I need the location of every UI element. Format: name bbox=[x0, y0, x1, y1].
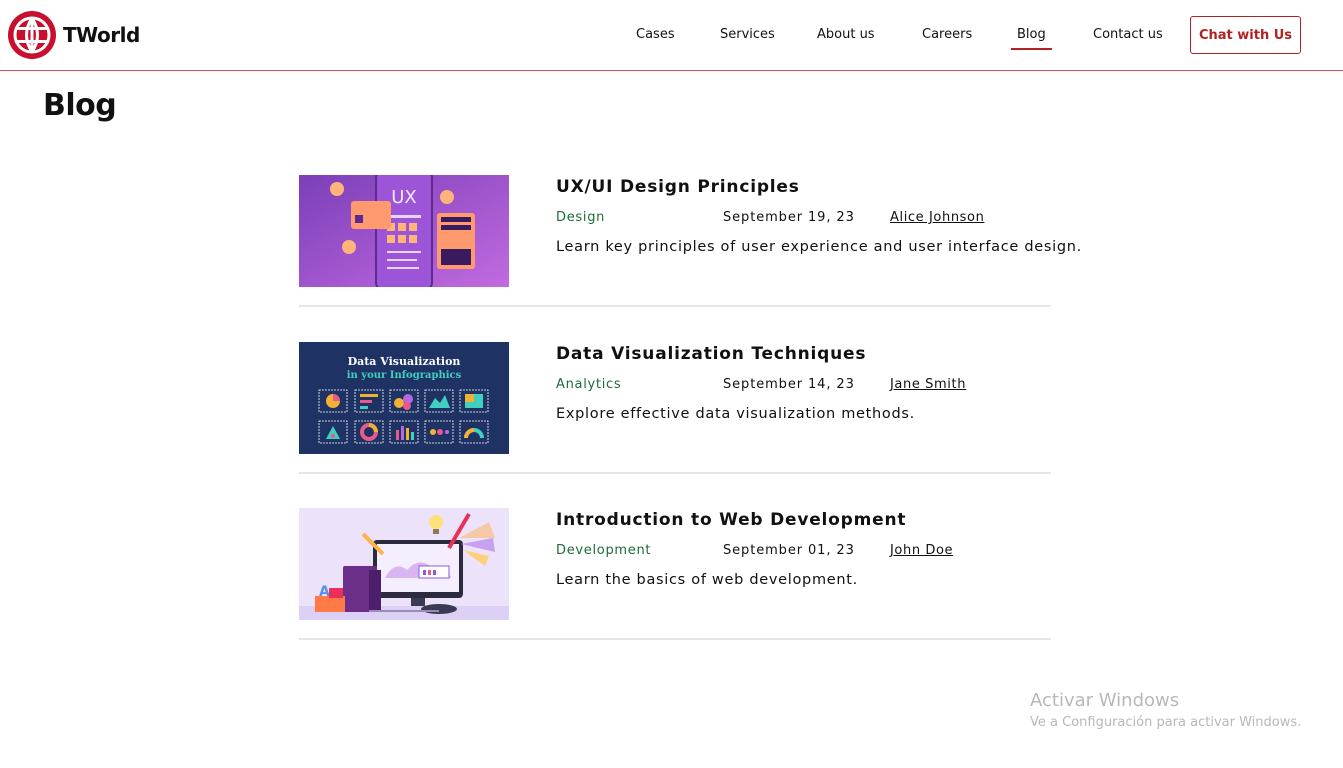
nav-item-services[interactable]: Services bbox=[720, 27, 775, 42]
brand-name: TWorld bbox=[63, 23, 140, 47]
nav-item-contact-us[interactable]: Contact us bbox=[1093, 27, 1163, 42]
post-thumbnail-ux[interactable]: UX bbox=[299, 175, 509, 287]
post-description: Explore effective data visualization met… bbox=[556, 406, 915, 422]
post-date: September 14, 23 bbox=[723, 377, 855, 392]
page-title: Blog bbox=[43, 88, 117, 123]
svg-text:A: A bbox=[319, 584, 330, 600]
windows-activation-watermark: Activar Windows Ve a Configuración para … bbox=[1030, 690, 1301, 730]
post-category[interactable]: Analytics bbox=[556, 377, 621, 392]
globe-logo-icon bbox=[8, 11, 56, 59]
post-category[interactable]: Development bbox=[556, 543, 651, 558]
nav-item-about-us[interactable]: About us bbox=[817, 27, 875, 42]
nav-item-blog[interactable]: Blog bbox=[1011, 27, 1052, 50]
post-category[interactable]: Design bbox=[556, 210, 605, 225]
blog-post-card: A Introduction to Web Development Develo… bbox=[299, 508, 1051, 640]
data-visualization-illustration-icon: Data Visualization in your Infographics bbox=[299, 342, 509, 454]
post-thumbnail-web-dev[interactable]: A bbox=[299, 508, 509, 620]
nav-item-careers[interactable]: Careers bbox=[922, 27, 972, 42]
chat-with-us-button[interactable]: Chat with Us bbox=[1190, 16, 1301, 54]
post-description: Learn key principles of user experience … bbox=[556, 239, 1082, 255]
svg-text:UX: UX bbox=[391, 187, 417, 208]
ux-illustration-icon: UX bbox=[299, 175, 509, 287]
brand-logo[interactable]: TWorld bbox=[7, 10, 140, 60]
post-thumbnail-data-viz[interactable]: Data Visualization in your Infographics bbox=[299, 342, 509, 454]
post-date: September 01, 23 bbox=[723, 543, 855, 558]
post-author-link[interactable]: John Doe bbox=[890, 543, 953, 558]
post-description: Learn the basics of web development. bbox=[556, 572, 858, 588]
post-title[interactable]: Introduction to Web Development bbox=[556, 510, 906, 530]
nav-item-cases[interactable]: Cases bbox=[636, 27, 675, 42]
watermark-subtitle: Ve a Configuración para activar Windows. bbox=[1030, 715, 1302, 730]
post-date: September 19, 23 bbox=[723, 210, 855, 225]
post-author-link[interactable]: Jane Smith bbox=[890, 377, 966, 392]
blog-post-card: UX UX/UI Design Principles Design Septem… bbox=[299, 175, 1081, 307]
web-development-illustration-icon: A bbox=[299, 508, 509, 620]
blog-post-card: Data Visualization in your Infographics … bbox=[299, 342, 1051, 474]
watermark-title: Activar Windows bbox=[1030, 690, 1180, 711]
svg-text:in your Infographics: in your Infographics bbox=[347, 370, 462, 381]
post-author-link[interactable]: Alice Johnson bbox=[890, 210, 984, 225]
post-title[interactable]: UX/UI Design Principles bbox=[556, 177, 800, 197]
svg-text:Data Visualization: Data Visualization bbox=[348, 355, 461, 368]
site-header: TWorld Cases Services About us Careers B… bbox=[0, 0, 1343, 71]
post-title[interactable]: Data Visualization Techniques bbox=[556, 344, 866, 364]
